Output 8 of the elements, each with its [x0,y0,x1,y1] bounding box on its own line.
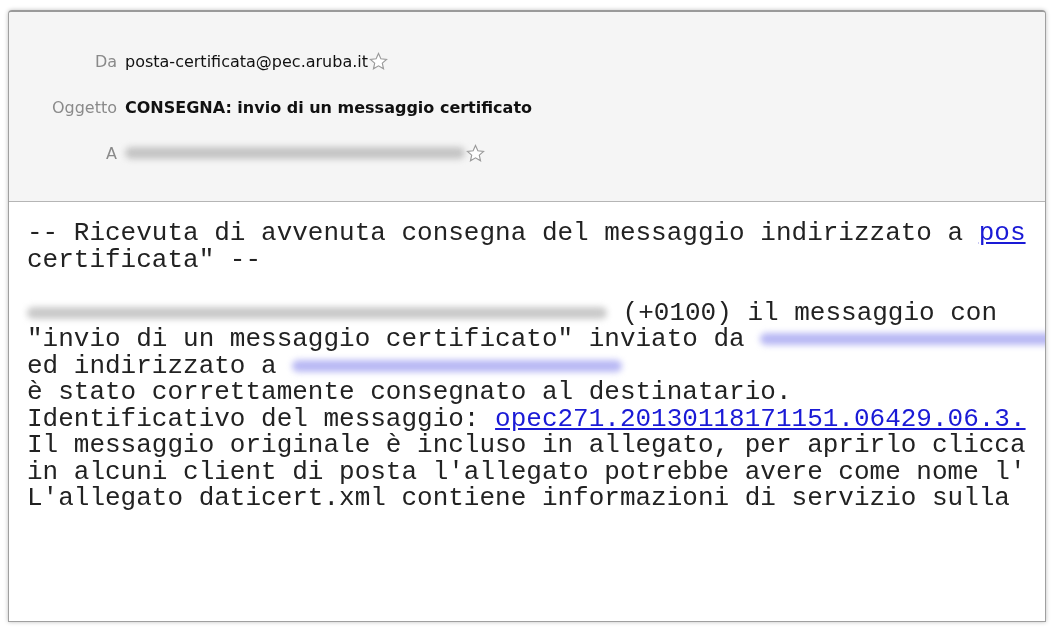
star-icon[interactable] [369,51,388,71]
field-label: A [105,143,118,163]
field-label: Da [93,51,118,71]
star-icon[interactable] [466,143,485,163]
body-link[interactable]: pos [978,218,1026,248]
field-label: Oggetto [50,97,118,117]
subject-text: CONSEGNA: invio di un messaggio certificato [125,97,533,117]
sender-address[interactable]: posta-certificata@pec.aruba.it [125,51,368,71]
